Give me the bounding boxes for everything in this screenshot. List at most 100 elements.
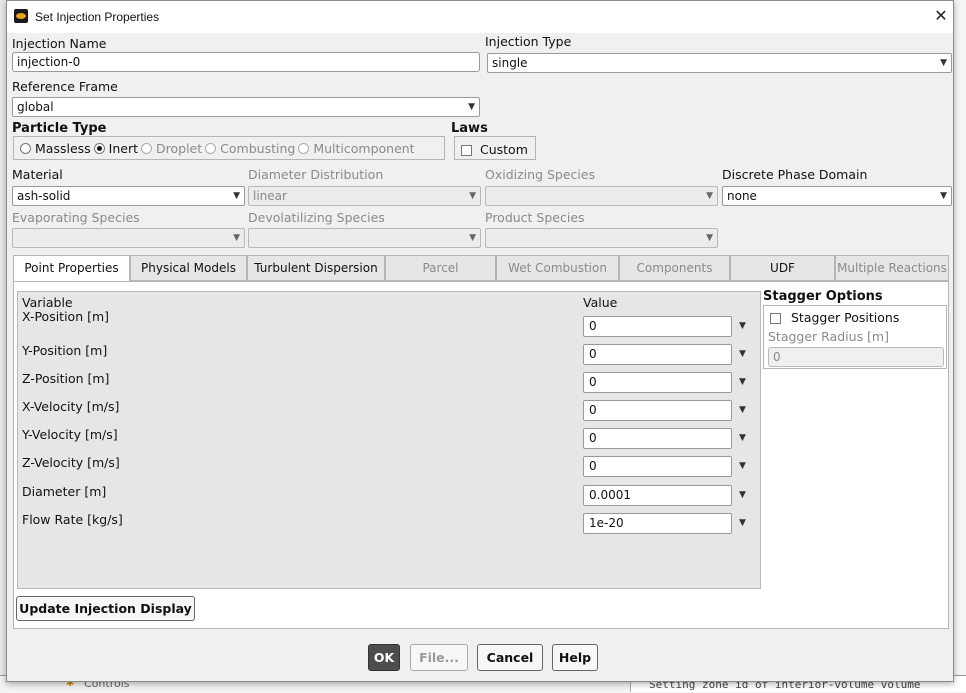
diameter-distribution-label: Diameter Distribution	[248, 167, 384, 182]
variable-header: Variable	[22, 295, 73, 310]
material-select[interactable]: ash-solid ▼	[12, 186, 245, 206]
injection-name-input[interactable]: injection-0	[12, 52, 480, 72]
diameter-distribution-value: linear	[253, 189, 287, 203]
help-button[interactable]: Help	[552, 644, 598, 671]
radio-combusting[interactable]: Combusting	[205, 141, 295, 156]
ok-button[interactable]: OK	[368, 644, 400, 671]
row-diameter-label: Diameter [m]	[22, 484, 107, 499]
injection-type-select[interactable]: single ▼	[487, 53, 952, 73]
row-z-position-label: Z-Position [m]	[22, 371, 110, 386]
stagger-options-group: Stagger Options Stagger Positions Stagge…	[763, 289, 949, 371]
radio-icon	[298, 143, 310, 154]
stagger-positions-checkbox[interactable]: Stagger Positions	[770, 310, 899, 325]
y-position-input[interactable]: 0	[583, 344, 732, 365]
injection-type-value: single	[492, 56, 528, 70]
evaporating-species-select[interactable]: ▼	[12, 228, 245, 248]
product-species-label: Product Species	[485, 210, 585, 225]
stagger-options-title: Stagger Options	[763, 289, 883, 304]
chevron-down-icon: ▼	[940, 191, 947, 201]
file-button[interactable]: File...	[410, 644, 468, 671]
row-y-position-label: Y-Position [m]	[22, 343, 108, 358]
chevron-down-icon: ▼	[469, 191, 476, 201]
radio-inert[interactable]: Inert	[93, 141, 138, 156]
y-velocity-input[interactable]: 0	[583, 428, 732, 449]
row-x-velocity-label: X-Velocity [m/s]	[22, 399, 120, 414]
tab-multiple-reactions[interactable]: Multiple Reactions	[835, 255, 949, 281]
chevron-down-icon: ▼	[233, 191, 240, 201]
diameter-distribution-select[interactable]: linear ▼	[248, 186, 481, 206]
chevron-down-icon[interactable]: ▼	[739, 349, 746, 359]
chevron-down-icon[interactable]: ▼	[739, 377, 746, 387]
chevron-down-icon[interactable]: ▼	[739, 321, 746, 331]
diameter-input[interactable]: 0.0001	[583, 485, 732, 506]
fluent-app-icon	[14, 9, 28, 23]
chevron-down-icon: ▼	[233, 233, 240, 243]
tab-udf[interactable]: UDF	[730, 255, 835, 281]
discrete-phase-domain-select[interactable]: none ▼	[722, 186, 952, 206]
value-header: Value	[583, 295, 618, 310]
radio-multicomponent[interactable]: Multicomponent	[298, 141, 415, 156]
reference-frame-label: Reference Frame	[12, 79, 118, 94]
update-injection-display-button[interactable]: Update Injection Display	[16, 596, 195, 621]
cancel-button[interactable]: Cancel	[477, 644, 543, 671]
reference-frame-select[interactable]: global ▼	[12, 97, 480, 117]
chevron-down-icon: ▼	[469, 233, 476, 243]
z-position-input[interactable]: 0	[583, 372, 732, 393]
radio-selected-icon	[93, 143, 105, 154]
chevron-down-icon: ▼	[706, 191, 713, 201]
injection-name-label: Injection Name	[12, 36, 107, 51]
devolatilizing-species-label: Devolatilizing Species	[248, 210, 385, 225]
product-species-select[interactable]: ▼	[485, 228, 718, 248]
tab-turbulent-dispersion[interactable]: Turbulent Dispersion	[247, 255, 385, 281]
chevron-down-icon: ▼	[706, 233, 713, 243]
close-icon[interactable]: ✕	[931, 5, 951, 27]
chevron-down-icon[interactable]: ▼	[739, 490, 746, 500]
radio-massless[interactable]: Massless	[20, 141, 91, 156]
chevron-down-icon[interactable]: ▼	[739, 518, 746, 528]
chevron-down-icon: ▼	[468, 102, 475, 112]
laws-group: Custom	[454, 136, 536, 160]
chevron-down-icon[interactable]: ▼	[739, 461, 746, 471]
stagger-radius-label: Stagger Radius [m]	[768, 329, 889, 344]
custom-checkbox[interactable]: Custom	[461, 142, 528, 157]
tab-wet-combustion[interactable]: Wet Combustion	[496, 255, 619, 281]
evaporating-species-label: Evaporating Species	[12, 210, 140, 225]
row-x-position-label: X-Position [m]	[22, 309, 110, 324]
row-flow-rate-label: Flow Rate [kg/s]	[22, 512, 123, 527]
tab-point-properties[interactable]: Point Properties	[13, 255, 130, 282]
title-bar[interactable]: Set Injection Properties ✕	[7, 1, 953, 33]
particle-type-group: Massless Inert Droplet Combusting Multic…	[13, 136, 445, 160]
particle-type-label: Particle Type	[12, 121, 107, 136]
radio-droplet[interactable]: Droplet	[141, 141, 202, 156]
stagger-options-box: Stagger Positions Stagger Radius [m] 0	[763, 305, 947, 369]
row-y-velocity-label: Y-Velocity [m/s]	[22, 427, 118, 442]
oxidizing-species-select[interactable]: ▼	[485, 186, 718, 206]
chevron-down-icon[interactable]: ▼	[739, 433, 746, 443]
tab-bar: Point Properties Physical Models Turbule…	[13, 255, 949, 282]
row-z-velocity-label: Z-Velocity [m/s]	[22, 455, 120, 470]
x-velocity-input[interactable]: 0	[583, 400, 732, 421]
chevron-down-icon[interactable]: ▼	[739, 405, 746, 415]
z-velocity-input[interactable]: 0	[583, 456, 732, 477]
radio-icon	[205, 143, 217, 154]
x-position-input[interactable]: 0	[583, 316, 732, 337]
tab-parcel[interactable]: Parcel	[385, 255, 496, 281]
stagger-radius-input[interactable]: 0	[768, 347, 944, 367]
discrete-phase-domain-value: none	[727, 189, 757, 203]
background-app-right	[952, 0, 966, 692]
devolatilizing-species-select[interactable]: ▼	[248, 228, 481, 248]
laws-label: Laws	[451, 121, 488, 136]
flow-rate-input[interactable]: 1e-20	[583, 513, 732, 534]
reference-frame-value: global	[17, 100, 54, 114]
material-label: Material	[12, 167, 63, 182]
oxidizing-species-label: Oxidizing Species	[485, 167, 596, 182]
tab-physical-models[interactable]: Physical Models	[130, 255, 247, 281]
checkbox-icon	[461, 145, 472, 156]
point-properties-table: Variable Value X-Position [m] 0 ▼ Y-Posi…	[17, 291, 761, 589]
radio-icon	[20, 143, 31, 154]
tab-components[interactable]: Components	[619, 255, 730, 281]
dialog-title: Set Injection Properties	[35, 10, 160, 24]
checkbox-icon	[770, 313, 781, 324]
material-value: ash-solid	[17, 189, 71, 203]
radio-icon	[141, 143, 153, 154]
